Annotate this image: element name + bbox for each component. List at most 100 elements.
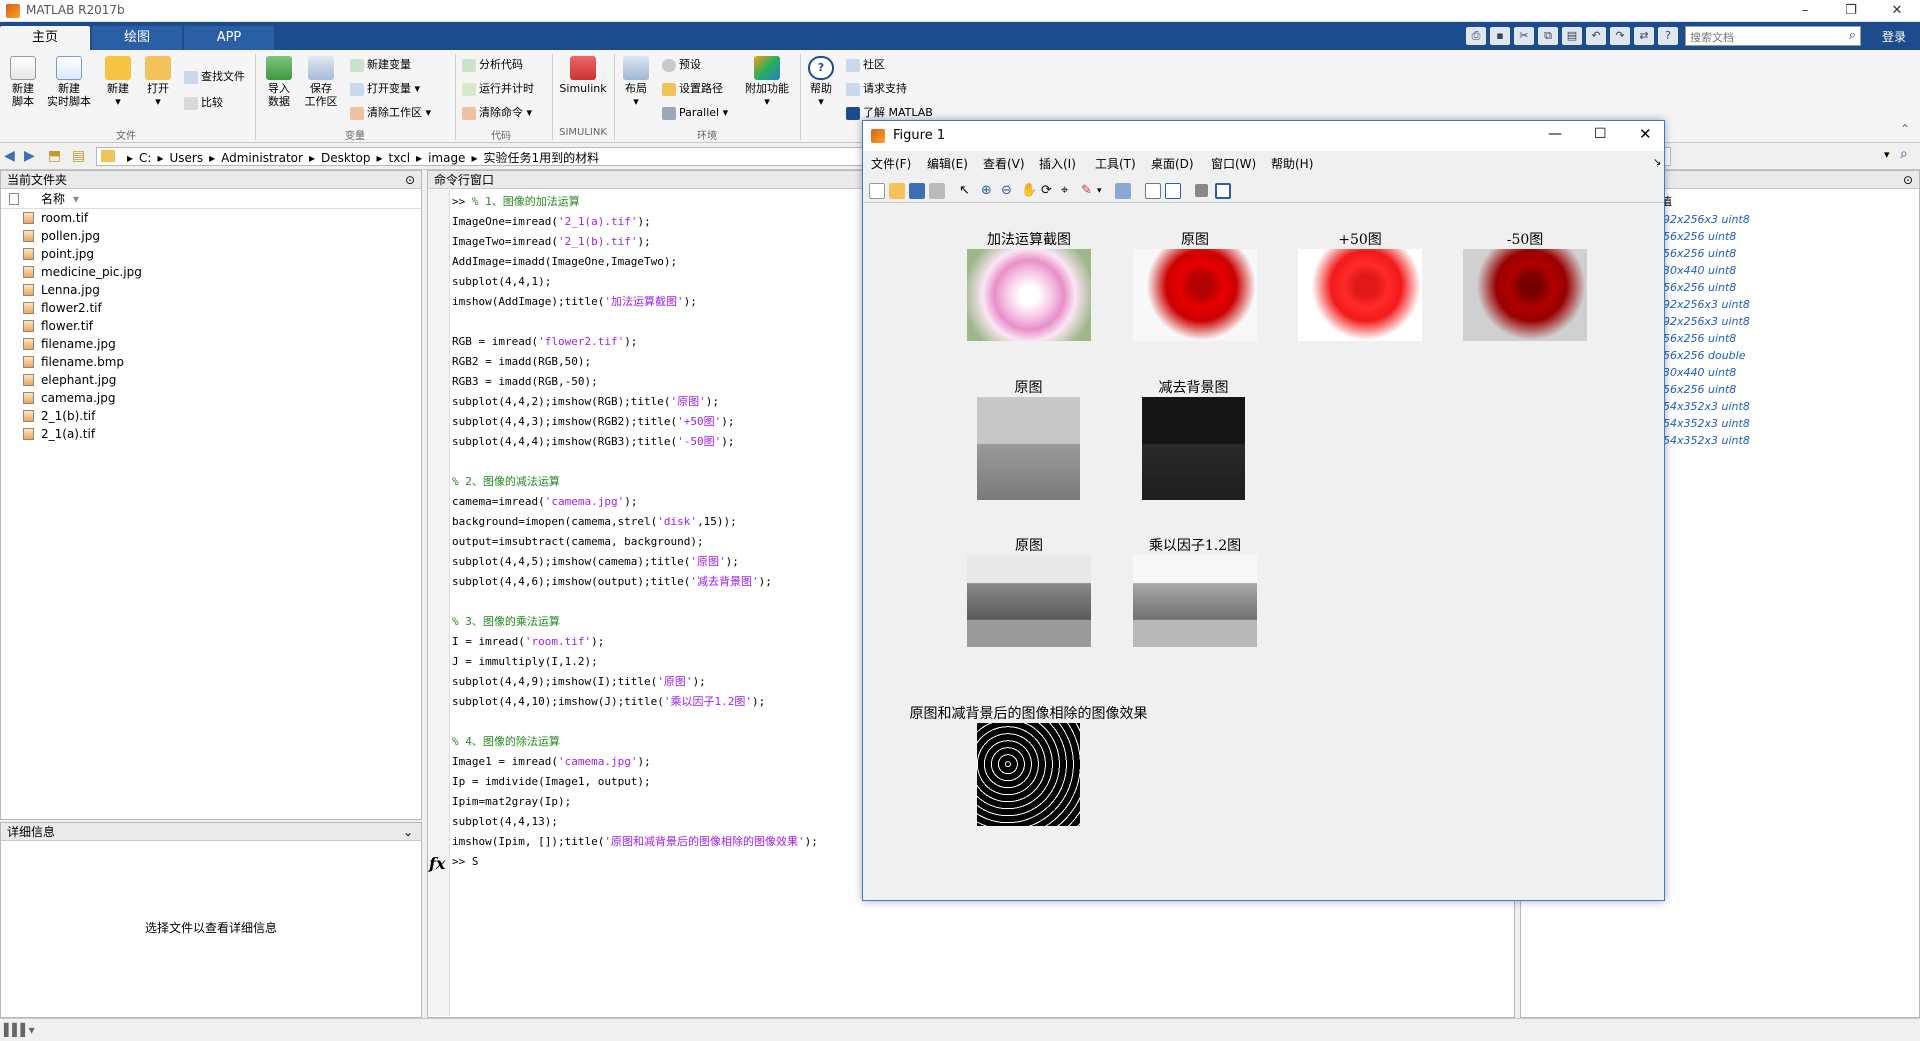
clear-workspace-button[interactable]: 清除工作区 ▾	[350, 104, 431, 122]
subplot-image-camera-dark[interactable]	[1142, 397, 1245, 500]
new-figure-icon[interactable]	[869, 183, 885, 199]
show-plot-tools-icon[interactable]	[1215, 183, 1231, 199]
file-list-item[interactable]: flower2.tif	[1, 299, 421, 317]
dock-icon[interactable]: ↘	[1653, 157, 1661, 168]
file-list-item[interactable]: camema.jpg	[1, 389, 421, 407]
figure-menu-item[interactable]: 插入(I)	[1039, 155, 1076, 172]
save-figure-icon[interactable]	[909, 183, 925, 199]
switch-windows-icon[interactable]: ⇄	[1634, 27, 1654, 45]
subplot-image-house-light[interactable]	[1133, 555, 1257, 647]
zoom-in-icon[interactable]: ⊕	[981, 183, 997, 199]
workspace-value[interactable]: 92x256x3 uint8	[1661, 211, 1911, 228]
restore-button[interactable]: ❐	[1828, 0, 1874, 22]
breadcrumb-item[interactable]: Desktop	[321, 151, 371, 165]
new-live-script-button[interactable]: 新建 实时脚本	[44, 56, 94, 108]
file-list-item[interactable]: pollen.jpg	[1, 227, 421, 245]
rotate-icon[interactable]: ⟳	[1041, 183, 1057, 199]
panel-menu-icon[interactable]: ⊙	[405, 171, 415, 189]
breadcrumb-item[interactable]: 实验任务1用到的材料	[483, 151, 599, 165]
open-variable-button[interactable]: 打开变量 ▾	[350, 80, 420, 98]
new-button[interactable]: 新建 ▾	[102, 56, 134, 108]
workspace-value[interactable]: 56x256 uint8	[1661, 381, 1911, 398]
redo-icon[interactable]: ↷	[1610, 27, 1630, 45]
tab-plots[interactable]: 绘图	[92, 26, 182, 50]
subplot-image-house[interactable]	[967, 555, 1091, 647]
chevron-down-icon[interactable]: ▾	[1097, 183, 1113, 199]
undo-icon[interactable]: ↶	[1586, 27, 1606, 45]
name-column-header[interactable]: 名称	[41, 189, 65, 209]
login-link[interactable]: 登录	[1882, 28, 1906, 45]
close-button[interactable]: ✕	[1639, 125, 1652, 143]
collapse-icon[interactable]: ⌄	[403, 823, 413, 841]
run-and-time-button[interactable]: 运行并计时	[462, 80, 534, 98]
print-icon[interactable]: ⎙	[1466, 27, 1486, 45]
workspace-value[interactable]: 92x256x3 uint8	[1661, 313, 1911, 330]
save-icon[interactable]: ▪	[1490, 27, 1510, 45]
hide-plot-tools-icon[interactable]	[1195, 184, 1208, 197]
set-path-button[interactable]: 设置路径	[662, 80, 723, 98]
workspace-value[interactable]: 30x440 uint8	[1661, 262, 1911, 279]
file-list-item[interactable]: elephant.jpg	[1, 371, 421, 389]
command-prompt[interactable]: >> S	[452, 855, 479, 868]
workspace-value[interactable]: 30x440 uint8	[1661, 364, 1911, 381]
subplot-image-camera[interactable]	[977, 397, 1080, 500]
open-file-icon[interactable]	[889, 183, 905, 199]
save-workspace-button[interactable]: 保存 工作区	[302, 56, 340, 108]
figure-menu-item[interactable]: 帮助(H)	[1271, 155, 1313, 172]
maximize-button[interactable]: ☐	[1594, 126, 1607, 142]
chevron-down-icon[interactable]: ▾	[1884, 148, 1890, 161]
help-button[interactable]: ? 帮助 ▾	[806, 56, 836, 108]
simulink-button[interactable]: Simulink	[558, 56, 608, 95]
back-icon[interactable]: ◀	[4, 148, 15, 164]
file-list-item[interactable]: point.jpg	[1, 245, 421, 263]
workspace-value[interactable]: 56x256 uint8	[1661, 279, 1911, 296]
search-docs-input[interactable]: 搜索文档 ⌕	[1685, 26, 1861, 46]
pan-icon[interactable]: ✋	[1021, 183, 1037, 199]
subplot-image-rose-light[interactable]	[1298, 249, 1422, 341]
breadcrumb-item[interactable]: Administrator	[221, 151, 303, 165]
breadcrumb-item[interactable]: txcl	[389, 151, 411, 165]
figure-menu-item[interactable]: 窗口(W)	[1211, 155, 1256, 172]
add-ons-button[interactable]: 附加功能 ▾	[742, 56, 792, 108]
community-button[interactable]: 社区	[846, 56, 885, 74]
file-list-item[interactable]: 2_1(a).tif	[1, 425, 421, 443]
link-plot-icon[interactable]	[1115, 183, 1131, 199]
data-cursor-icon[interactable]: ⌖	[1061, 183, 1077, 199]
layout-button[interactable]: 布局 ▾	[620, 56, 652, 108]
file-list-item[interactable]: filename.bmp	[1, 353, 421, 371]
breadcrumb-item[interactable]: image	[428, 151, 465, 165]
minimize-button[interactable]: –	[1782, 0, 1828, 22]
breadcrumb-item[interactable]: Users	[169, 151, 203, 165]
file-list-item[interactable]: 2_1(b).tif	[1, 407, 421, 425]
workspace-value[interactable]: 56x256 double	[1661, 347, 1911, 364]
file-list-item[interactable]: medicine_pic.jpg	[1, 263, 421, 281]
panel-menu-icon[interactable]: ⊙	[1903, 171, 1913, 189]
workspace-value[interactable]: 54x352x3 uint8	[1661, 398, 1911, 415]
preferences-button[interactable]: 预设	[662, 56, 701, 74]
print-icon[interactable]	[929, 183, 945, 199]
search-icon[interactable]: ⌕	[1900, 146, 1908, 162]
subplot-image-rose-dark[interactable]	[1463, 249, 1587, 341]
workspace-value[interactable]: 54x352x3 uint8	[1661, 432, 1911, 449]
collapse-toolstrip-icon[interactable]: ⌃	[1900, 122, 1910, 136]
workspace-value[interactable]: 56x256 uint8	[1661, 228, 1911, 245]
tab-apps[interactable]: APP	[184, 26, 274, 50]
import-data-button[interactable]: 导入 数据	[262, 56, 296, 108]
insert-legend-icon[interactable]	[1165, 183, 1181, 199]
close-button[interactable]: ✕	[1874, 0, 1920, 22]
figure-menu-item[interactable]: 编辑(E)	[927, 155, 968, 172]
file-list-item[interactable]: filename.jpg	[1, 335, 421, 353]
subplot-image-noise[interactable]	[977, 723, 1080, 826]
find-files-button[interactable]: 查找文件	[184, 68, 245, 86]
request-support-button[interactable]: 请求支持	[846, 80, 907, 98]
up-folder-icon[interactable]: ⬒	[48, 148, 61, 164]
new-script-button[interactable]: 新建 脚本	[6, 56, 40, 108]
pointer-icon[interactable]: ↖	[959, 183, 975, 199]
file-list-item[interactable]: flower.tif	[1, 317, 421, 335]
analyze-code-button[interactable]: 分析代码	[462, 56, 523, 74]
zoom-out-icon[interactable]: ⊖	[1001, 183, 1017, 199]
workspace-value[interactable]: 56x256 uint8	[1661, 330, 1911, 347]
workspace-value[interactable]: 92x256x3 uint8	[1661, 296, 1911, 313]
insert-colorbar-icon[interactable]	[1145, 183, 1161, 199]
compare-button[interactable]: 比较	[184, 94, 223, 112]
